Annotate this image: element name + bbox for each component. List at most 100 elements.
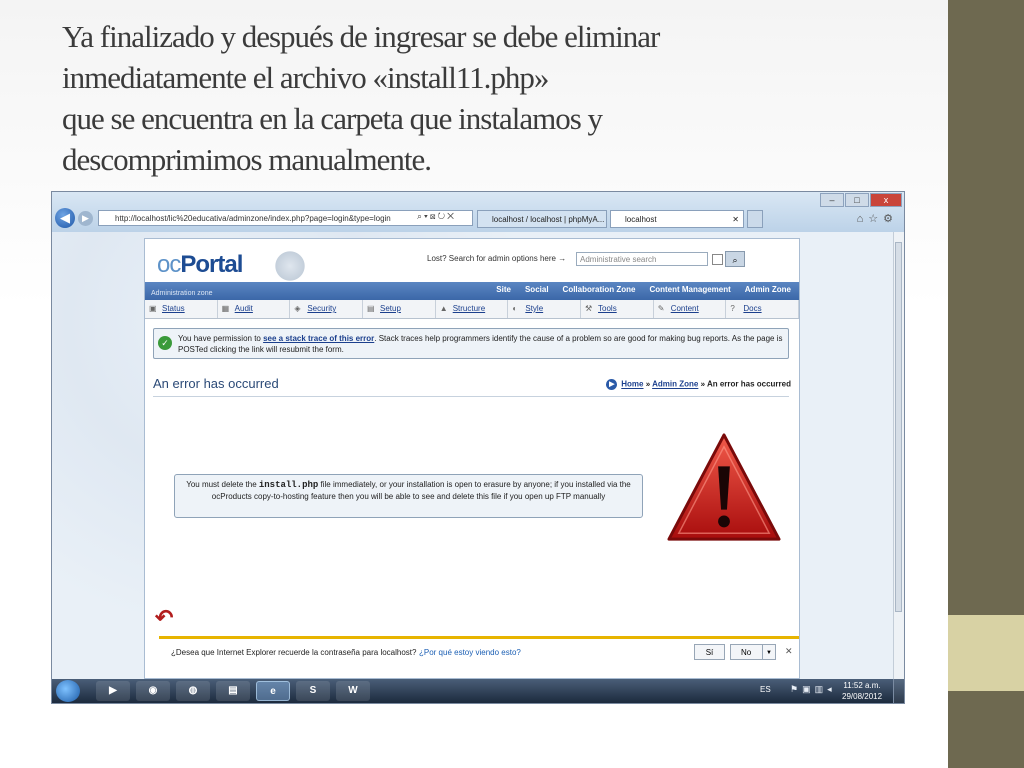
tab-localhost[interactable]: localhost ✕ xyxy=(610,210,744,228)
password-question: ¿Desea que Internet Explorer recuerde la… xyxy=(171,648,417,657)
toolbar-label: Content xyxy=(670,304,699,313)
start-button[interactable] xyxy=(56,680,80,702)
stack-trace-link[interactable]: see a stack trace of this error xyxy=(263,334,374,343)
language-indicator[interactable]: ES xyxy=(760,685,771,694)
tools-icon: ⚒ xyxy=(585,304,593,313)
zone-admin[interactable]: Admin Zone xyxy=(745,285,791,294)
firefox-icon[interactable]: ◍ xyxy=(176,681,210,701)
search-checkbox[interactable] xyxy=(712,254,723,265)
toolbar-label: Style xyxy=(525,304,544,313)
docs-icon: ? xyxy=(730,304,735,313)
zone-links: Site Social Collaboration Zone Content M… xyxy=(496,285,791,294)
title-line: que se encuentra en la carpeta que insta… xyxy=(62,101,603,136)
internet-explorer-icon[interactable]: e xyxy=(256,681,290,701)
forward-arrow-icon[interactable]: ▶ xyxy=(78,211,93,226)
windows-taskbar: ▶ ◉ ◍ ▤ e S W ES ⚑▣▥◂ 11:52 a.m. 29/08/2… xyxy=(52,679,904,703)
chrome-icon[interactable]: ◉ xyxy=(136,681,170,701)
toolbar-setup[interactable]: ▤ Setup xyxy=(363,300,436,318)
structure-icon: ▲ xyxy=(439,304,448,313)
undo-arrow-icon[interactable]: ↶ xyxy=(155,605,173,631)
breadcrumb-sep: » xyxy=(700,379,706,389)
security-icon: ◈ xyxy=(294,304,301,313)
toolbar-status[interactable]: ▣ Status xyxy=(145,300,218,318)
chevron-down-icon[interactable]: ▼ xyxy=(762,645,775,659)
browser-tool-icons[interactable]: ⌂☆⚙ xyxy=(857,212,898,225)
slide-side-bar xyxy=(948,0,1024,615)
vertical-scrollbar[interactable] xyxy=(893,232,904,679)
toolbar-security[interactable]: ◈ Security xyxy=(290,300,364,318)
toolbar-audit[interactable]: ▦ Audit xyxy=(218,300,291,318)
window-controls: – □ x xyxy=(820,193,902,207)
title-divider xyxy=(153,396,789,397)
toolbar-label: Security xyxy=(307,304,337,313)
toolbar-label: Docs xyxy=(743,304,762,313)
new-tab-button[interactable] xyxy=(747,210,763,228)
word-icon[interactable]: W xyxy=(336,681,370,701)
close-button[interactable]: x xyxy=(870,193,902,207)
file-explorer-icon[interactable]: ▤ xyxy=(216,681,250,701)
toolbar-label: Status xyxy=(162,304,185,313)
slide-side-bar-bottom xyxy=(948,691,1024,768)
browser-screenshot: – □ x ◀ ▶ http://localhost/lic%20educati… xyxy=(51,191,905,704)
tab-close-icon[interactable]: ✕ xyxy=(732,211,739,229)
message-before: You must delete the xyxy=(186,480,259,489)
password-no-button[interactable]: No ▼ xyxy=(730,644,776,660)
error-title: An error has occurred xyxy=(153,376,279,391)
breadcrumb-admin-zone[interactable]: Admin Zone xyxy=(652,380,698,389)
skype-icon[interactable]: S xyxy=(296,681,330,701)
toolbar-label: Setup xyxy=(380,304,401,313)
status-icon: ▣ xyxy=(149,304,157,313)
zone-collaboration[interactable]: Collaboration Zone xyxy=(563,285,636,294)
warning-triangle-icon xyxy=(667,433,781,541)
password-why-link[interactable]: ¿Por qué estoy viendo esto? xyxy=(419,648,521,657)
no-label: No xyxy=(741,648,752,657)
admin-toolbar: ▣ Status ▦ Audit ◈ Security ▤ Setup ▲ Structu… xyxy=(145,300,800,319)
toolbar-tools[interactable]: ⚒ Tools xyxy=(581,300,654,318)
tab-label: localhost xyxy=(625,215,657,224)
slide-side-accent xyxy=(948,615,1024,691)
maximize-button[interactable]: □ xyxy=(845,193,869,207)
browser-viewport: ocPortal Lost? Search for admin options … xyxy=(52,232,904,679)
title-line: inmediatamente el archivo «install11.php… xyxy=(62,60,549,95)
toolbar-structure[interactable]: ▲ Structure xyxy=(436,300,509,318)
show-desktop-button[interactable] xyxy=(893,679,904,703)
taskbar-clock[interactable]: 11:52 a.m. 29/08/2012 xyxy=(842,680,882,702)
install-filename: install.php xyxy=(258,480,319,490)
zone-menu: Administration zone Site Social Collabor… xyxy=(145,282,799,300)
toolbar-label: Tools xyxy=(598,304,617,313)
breadcrumb-arrow-icon: ▶ xyxy=(606,379,618,390)
password-yes-button[interactable]: Sí xyxy=(694,644,725,660)
toolbar-style[interactable]: ◐ Style xyxy=(508,300,582,318)
toolbar-docs[interactable]: ? Docs xyxy=(726,300,800,318)
toolbar-content[interactable]: ✎ Content xyxy=(654,300,727,318)
title-line: descomprimimos manualmente. xyxy=(62,142,432,177)
close-icon[interactable]: ✕ xyxy=(785,646,793,657)
gear-icon xyxy=(273,249,307,283)
slide-title: Ya finalizado y después de ingresar se d… xyxy=(62,16,922,180)
minimize-button[interactable]: – xyxy=(820,193,844,207)
clock-time: 11:52 a.m. xyxy=(843,681,881,690)
media-player-icon[interactable]: ▶ xyxy=(96,681,130,701)
toolbar-label: Structure xyxy=(452,304,486,313)
setup-icon: ▤ xyxy=(367,304,375,313)
zone-label: Administration zone xyxy=(151,290,213,297)
admin-search-input[interactable]: Administrative search xyxy=(576,252,708,266)
breadcrumb-home[interactable]: Home xyxy=(621,380,643,389)
logo-prefix: oc xyxy=(157,251,181,278)
style-icon: ◐ xyxy=(512,304,518,313)
tab-phpmyadmin[interactable]: localhost / localhost | phpMyA... xyxy=(477,210,607,228)
scrollbar-thumb[interactable] xyxy=(895,242,902,612)
address-bar-icons[interactable]: ⌕▾⊠↻✕ xyxy=(417,211,456,222)
zone-site[interactable]: Site xyxy=(496,285,511,294)
toolbar-label: Audit xyxy=(234,304,253,313)
stack-trace-notice: ✓ You have permission to see a stack tra… xyxy=(153,328,789,359)
search-button[interactable]: ⌕ xyxy=(725,251,745,267)
zone-content-management[interactable]: Content Management xyxy=(649,285,730,294)
back-arrow-icon[interactable]: ◀ xyxy=(55,208,75,228)
tray-icons[interactable]: ⚑▣▥◂ xyxy=(790,684,836,695)
check-icon: ✓ xyxy=(158,336,172,350)
ocportal-logo[interactable]: ocPortal xyxy=(157,251,243,279)
clock-date: 29/08/2012 xyxy=(842,692,883,701)
content-icon: ✎ xyxy=(657,304,665,313)
zone-social[interactable]: Social xyxy=(525,285,549,294)
